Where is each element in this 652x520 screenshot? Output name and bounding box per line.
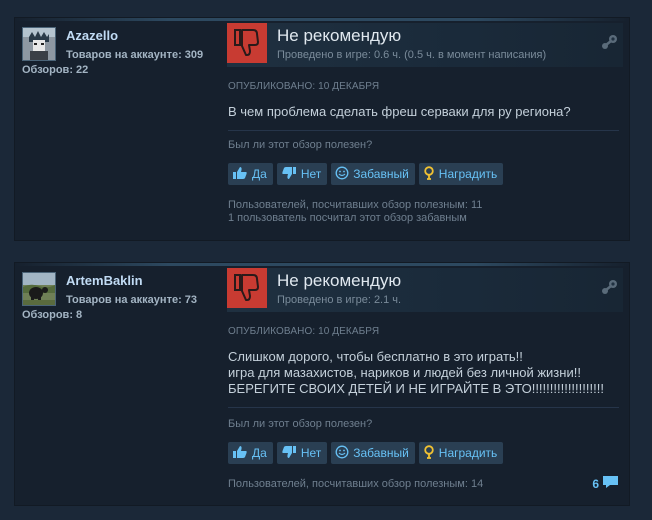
review-text: В чем проблема сделать фреш серваки для … (228, 104, 571, 120)
card-top-line (15, 263, 629, 266)
smiley-icon (335, 166, 349, 183)
thumbs-down-icon (281, 445, 297, 462)
card-top-line (15, 18, 629, 21)
playtime: Проведено в игре: 2.1 ч. (277, 294, 401, 306)
rating-buttons: Да Нет Забавный Наградить (228, 163, 504, 185)
games-owned[interactable]: Товаров на аккаунте: 73 (66, 294, 197, 306)
vote-yes-label: Да (252, 167, 267, 181)
verdict-title: Не рекомендую (277, 26, 402, 45)
reviews-count[interactable]: Обзоров: 22 (22, 64, 88, 76)
vote-yes-label: Да (252, 446, 267, 460)
review-text-line: игра для мазахистов, нариков и людей без… (228, 365, 581, 380)
posted-date: ОПУБЛИКОВАНО: 10 ДЕКАБРЯ (228, 326, 380, 337)
helpful-stat: Пользователей, посчитавших обзор полезны… (228, 478, 484, 490)
thumbs-down-icon (227, 268, 267, 308)
review-text-line: В чем проблема сделать фреш серваки для … (228, 104, 571, 119)
vote-yes-button[interactable]: Да (228, 442, 273, 464)
helpful-stat: Пользователей, посчитавших обзор полезны… (228, 199, 483, 211)
review-card: Azazello Товаров на аккаунте: 309 Обзоро… (15, 18, 629, 240)
reviews-count[interactable]: Обзоров: 8 (22, 309, 82, 321)
playtime-label: Проведено в игре: (277, 49, 374, 61)
award-icon (423, 444, 435, 462)
avatar[interactable] (22, 27, 56, 61)
helpful-question: Был ли этот обзор полезен? (228, 418, 373, 430)
vote-funny-button[interactable]: Забавный (331, 163, 415, 185)
review-text-line: БЕРЕГИТЕ СВОИХ ДЕТЕЙ И НЕ ИГРАЙТЕ В ЭТО!… (228, 381, 604, 396)
award-button[interactable]: Наградить (418, 442, 504, 464)
divider (228, 130, 619, 131)
funny-stat: 1 пользователь посчитал этот обзор забав… (228, 212, 467, 224)
vote-no-button[interactable]: Нет (276, 442, 328, 464)
vote-no-label: Нет (300, 167, 322, 181)
playtime-value: 0.6 ч. (0.5 ч. в момент написания) (373, 49, 547, 61)
review-verdict-header[interactable]: Не рекомендую Проведено в игре: 2.1 ч. (227, 268, 623, 312)
vote-no-button[interactable]: Нет (276, 163, 328, 185)
vote-yes-button[interactable]: Да (228, 163, 273, 185)
vote-funny-button[interactable]: Забавный (331, 442, 415, 464)
playtime-value: 2.1 ч. (373, 294, 402, 306)
thumbs-down-icon (227, 23, 267, 63)
comments-count: 6 (592, 476, 599, 491)
thumbs-down-icon (281, 166, 297, 183)
comments-link[interactable]: 6 (592, 475, 619, 492)
playtime: Проведено в игре: 0.6 ч. (0.5 ч. в момен… (277, 49, 546, 61)
award-button[interactable]: Наградить (418, 163, 504, 185)
steam-key-icon (601, 279, 619, 300)
steam-key-icon (601, 34, 619, 55)
posted-date: ОПУБЛИКОВАНО: 10 ДЕКАБРЯ (228, 81, 380, 92)
thumbs-up-icon (232, 445, 248, 462)
smiley-icon (335, 445, 349, 462)
review-text: Слишком дорого, чтобы бесплатно в это иг… (228, 349, 604, 397)
helpful-question: Был ли этот обзор полезен? (228, 139, 373, 151)
author-name[interactable]: ArtemBaklin (66, 273, 143, 288)
divider (228, 407, 619, 408)
award-label: Наградить (438, 167, 498, 181)
playtime-label: Проведено в игре: (277, 294, 374, 306)
rating-buttons: Да Нет Забавный Наградить (228, 442, 504, 464)
author-name[interactable]: Azazello (66, 28, 118, 43)
comment-bubble-icon (602, 475, 619, 492)
vote-no-label: Нет (300, 446, 322, 460)
games-owned[interactable]: Товаров на аккаунте: 309 (66, 49, 203, 61)
avatar[interactable] (22, 272, 56, 306)
vote-funny-label: Забавный (353, 167, 409, 181)
review-card: ArtemBaklin Товаров на аккаунте: 73 Обзо… (15, 263, 629, 505)
review-verdict-header[interactable]: Не рекомендую Проведено в игре: 0.6 ч. (… (227, 23, 623, 67)
award-icon (423, 165, 435, 183)
vote-funny-label: Забавный (353, 446, 409, 460)
award-label: Наградить (438, 446, 498, 460)
thumbs-up-icon (232, 166, 248, 183)
verdict-title: Не рекомендую (277, 271, 402, 290)
review-text-line: Слишком дорого, чтобы бесплатно в это иг… (228, 349, 523, 364)
